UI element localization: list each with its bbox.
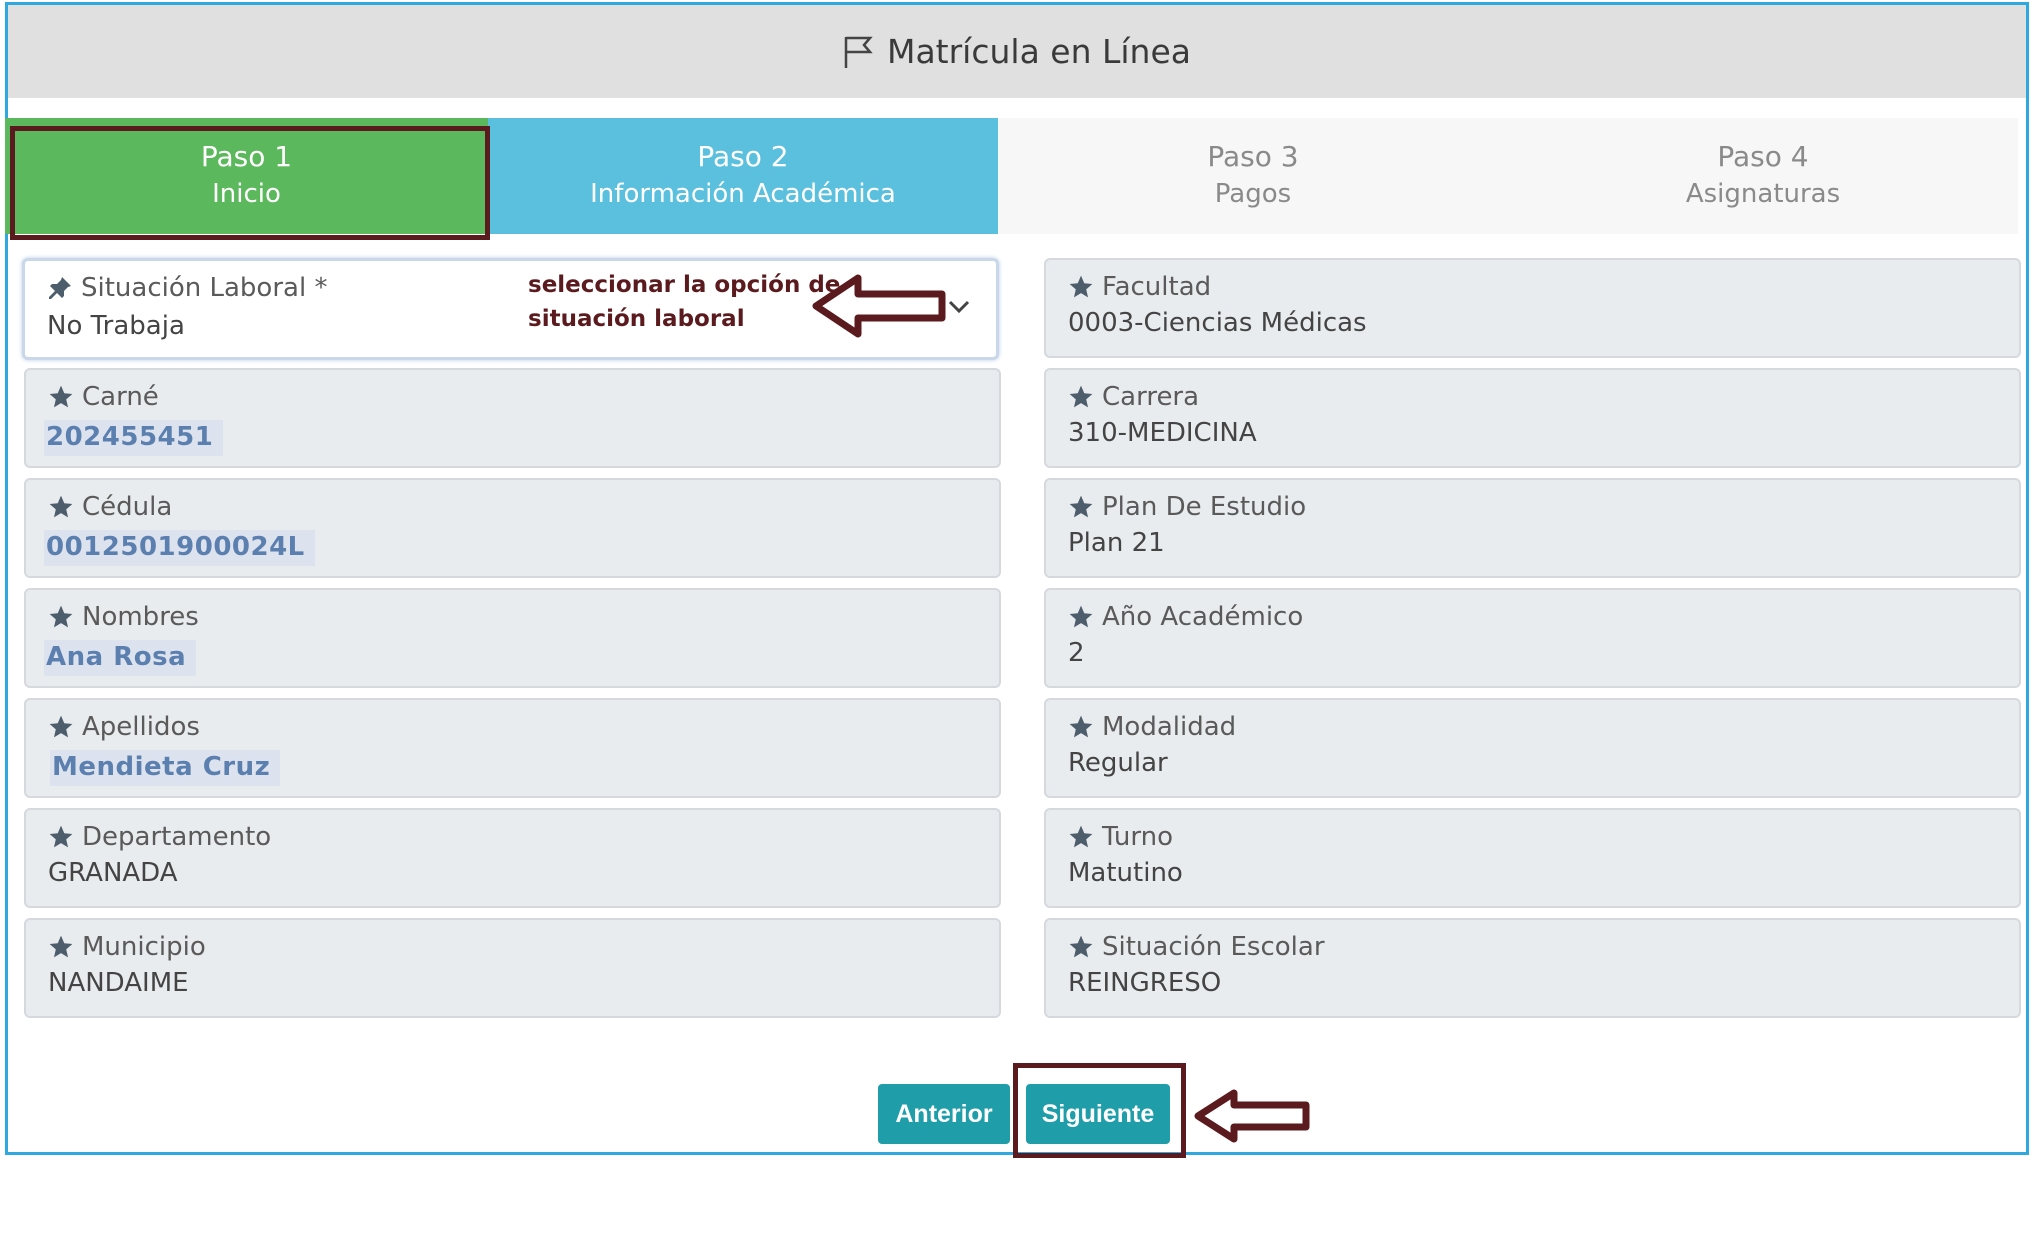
municipio-field: Municipio NANDAIME bbox=[24, 918, 1001, 1018]
apellidos-field: Apellidos Mendieta Cruz bbox=[24, 698, 1001, 798]
situacion-escolar-field: Situación Escolar REINGRESO bbox=[1044, 918, 2021, 1018]
carrera-value: 310-MEDICINA bbox=[1068, 418, 1257, 448]
step-3[interactable]: Paso 3 Pagos bbox=[998, 118, 1508, 234]
nombres-label: Nombres bbox=[48, 602, 199, 632]
turno-value: Matutino bbox=[1068, 858, 1183, 888]
departamento-value: GRANADA bbox=[48, 858, 178, 888]
step-2[interactable]: Paso 2 Información Académica bbox=[488, 118, 998, 234]
star-icon bbox=[1069, 385, 1093, 408]
facultad-value: 0003-Ciencias Médicas bbox=[1068, 308, 1367, 338]
turno-field: Turno Matutino bbox=[1044, 808, 2021, 908]
municipio-label: Municipio bbox=[48, 932, 206, 962]
annotation-line-2: situación laboral bbox=[528, 306, 745, 332]
situacion-laboral-value: No Trabaja bbox=[47, 311, 185, 341]
star-icon bbox=[1069, 275, 1093, 298]
step-3-number: Paso 3 bbox=[1207, 140, 1299, 173]
departamento-field: Departamento GRANADA bbox=[24, 808, 1001, 908]
star-icon bbox=[49, 495, 73, 518]
modalidad-field: Modalidad Regular bbox=[1044, 698, 2021, 798]
anio-academico-value: 2 bbox=[1068, 638, 1085, 668]
modalidad-label: Modalidad bbox=[1068, 712, 1236, 742]
step-1-highlight-box bbox=[10, 126, 490, 240]
situacion-escolar-value: REINGRESO bbox=[1068, 968, 1222, 998]
facultad-label: Facultad bbox=[1068, 272, 1211, 302]
chevron-down-icon[interactable] bbox=[946, 297, 972, 317]
header-bar: Matrícula en Línea bbox=[8, 5, 2026, 98]
star-icon bbox=[1069, 605, 1093, 628]
carrera-field: Carrera 310-MEDICINA bbox=[1044, 368, 2021, 468]
apellidos-label: Apellidos bbox=[48, 712, 200, 742]
nombres-field: Nombres Ana Rosa bbox=[24, 588, 1001, 688]
page-title: Matrícula en Línea bbox=[886, 32, 1191, 71]
situacion-escolar-label: Situación Escolar bbox=[1068, 932, 1325, 962]
municipio-value: NANDAIME bbox=[48, 968, 189, 998]
step-3-label: Pagos bbox=[1214, 179, 1292, 209]
nombres-value: Ana Rosa bbox=[44, 640, 197, 676]
step-2-number: Paso 2 bbox=[697, 140, 789, 173]
plan-estudio-field: Plan De Estudio Plan 21 bbox=[1044, 478, 2021, 578]
star-icon bbox=[1069, 825, 1093, 848]
star-icon bbox=[1069, 715, 1093, 738]
carne-field: Carné 202455451 bbox=[24, 368, 1001, 468]
departamento-label: Departamento bbox=[48, 822, 271, 852]
arrow-left-icon bbox=[812, 274, 946, 338]
arrow-left-icon bbox=[1194, 1089, 1310, 1143]
siguiente-highlight-box bbox=[1013, 1063, 1186, 1158]
anio-academico-label: Año Académico bbox=[1068, 602, 1303, 632]
anio-academico-field: Año Académico 2 bbox=[1044, 588, 2021, 688]
plan-estudio-label: Plan De Estudio bbox=[1068, 492, 1306, 522]
cedula-value: 0012501900024L bbox=[44, 530, 315, 566]
turno-label: Turno bbox=[1068, 822, 1173, 852]
star-icon bbox=[49, 935, 73, 958]
facultad-field: Facultad 0003-Ciencias Médicas bbox=[1044, 258, 2021, 358]
pin-icon bbox=[49, 277, 71, 299]
situacion-laboral-label: Situación Laboral * bbox=[47, 273, 327, 303]
star-icon bbox=[49, 825, 73, 848]
apellidos-value: Mendieta Cruz bbox=[50, 750, 281, 786]
carne-value: 202455451 bbox=[44, 420, 224, 456]
step-4[interactable]: Paso 4 Asignaturas bbox=[1508, 118, 2018, 234]
cedula-label: Cédula bbox=[48, 492, 172, 522]
annotation-line-1: seleccionar la opción de bbox=[528, 272, 841, 298]
carne-label: Carné bbox=[48, 382, 159, 412]
star-icon bbox=[1069, 935, 1093, 958]
carrera-label: Carrera bbox=[1068, 382, 1199, 412]
star-icon bbox=[49, 385, 73, 408]
star-icon bbox=[49, 715, 73, 738]
plan-estudio-value: Plan 21 bbox=[1068, 528, 1165, 558]
star-icon bbox=[1069, 495, 1093, 518]
star-icon bbox=[49, 605, 73, 628]
step-4-label: Asignaturas bbox=[1685, 179, 1841, 209]
step-2-label: Información Académica bbox=[590, 179, 896, 209]
annotation-text: seleccionar la opción de situación labor… bbox=[528, 268, 840, 336]
anterior-button[interactable]: Anterior bbox=[878, 1084, 1010, 1144]
flag-icon bbox=[844, 36, 873, 68]
modalidad-value: Regular bbox=[1068, 748, 1168, 778]
step-4-number: Paso 4 bbox=[1717, 140, 1809, 173]
cedula-field: Cédula 0012501900024L bbox=[24, 478, 1001, 578]
